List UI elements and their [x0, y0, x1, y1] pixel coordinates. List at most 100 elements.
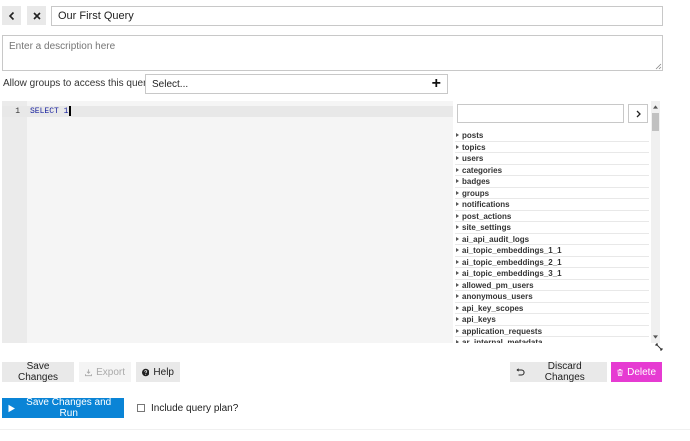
export-label: Export [96, 366, 125, 378]
text-cursor [69, 106, 72, 116]
schema-table-item[interactable]: notifications [455, 199, 649, 211]
schema-table-item[interactable]: post_actions [455, 211, 649, 222]
help-button[interactable]: Help [136, 362, 180, 382]
groups-label: Allow groups to access this query [3, 78, 152, 89]
schema-table-name: posts [462, 131, 484, 140]
schema-table-name: ai_topic_embeddings_3_1 [462, 269, 562, 278]
caret-right-icon [456, 133, 459, 137]
editor-gutter [2, 101, 27, 343]
sql-editor[interactable]: 1 SELECT 1 [2, 101, 453, 343]
editor-resize-icon[interactable] [655, 343, 663, 351]
caret-right-icon [456, 282, 459, 287]
caret-right-icon [456, 317, 459, 321]
caret-right-icon [456, 202, 459, 206]
schema-table-item[interactable]: posts [455, 130, 649, 142]
caret-right-icon [456, 179, 459, 183]
schema-table-item[interactable]: ai_api_audit_logs [455, 234, 649, 245]
caret-right-icon [456, 144, 459, 149]
schema-table-item[interactable]: groups [455, 188, 649, 199]
schema-table-item[interactable]: ar_internal_metadata [455, 337, 649, 343]
schema-table-name: categories [462, 165, 503, 175]
schema-table-name: notifications [462, 200, 510, 209]
schema-table-name: anonymous_users [462, 292, 533, 301]
save-and-run-button[interactable]: Save Changes and Run [2, 397, 124, 419]
schema-table-item[interactable]: application_requests [455, 326, 649, 337]
plus-icon[interactable]: + [432, 76, 441, 92]
schema-table-item[interactable]: anonymous_users [455, 291, 649, 303]
schema-table-item[interactable]: site_settings [455, 222, 649, 234]
code-line[interactable]: SELECT 1 [30, 106, 72, 117]
schema-search-input[interactable] [457, 104, 624, 123]
trash-icon [617, 368, 623, 376]
delete-button[interactable]: Delete [611, 362, 662, 382]
scroll-up-icon[interactable] [651, 103, 660, 111]
schema-table-name: site_settings [462, 223, 511, 232]
schema-table-item[interactable]: ai_topic_embeddings_2_1 [455, 257, 649, 268]
caret-right-icon [456, 236, 459, 241]
code-text: SELECT 1 [30, 107, 69, 117]
schema-search-button[interactable] [628, 104, 648, 123]
caret-right-icon [456, 156, 459, 160]
schema-table-name: users [462, 154, 484, 163]
schema-table-name: post_actions [462, 211, 512, 221]
groups-select[interactable]: Select... + [145, 74, 448, 94]
caret-right-icon [456, 340, 459, 343]
save-and-run-label: Save Changes and Run [26, 397, 112, 419]
save-changes-button[interactable]: Save Changes [2, 361, 74, 383]
caret-right-icon [456, 328, 459, 333]
caret-right-icon [456, 294, 459, 298]
schema-table-name: ai_api_audit_logs [462, 234, 530, 244]
schema-table-item[interactable]: api_keys [455, 314, 649, 326]
undo-icon [516, 367, 525, 376]
description-textarea[interactable] [2, 35, 663, 71]
caret-right-icon [456, 190, 459, 195]
schema-scrollbar[interactable] [651, 101, 660, 343]
caret-right-icon [456, 248, 459, 252]
include-query-plan-checkbox[interactable] [137, 404, 145, 412]
groups-select-value: Select... [152, 78, 189, 90]
chevron-right-icon [636, 110, 641, 117]
caret-right-icon [456, 225, 459, 229]
discard-changes-button[interactable]: Discard Changes [510, 361, 607, 383]
schema-table-name: groups [462, 188, 490, 198]
textarea-resize-icon[interactable] [655, 63, 662, 70]
discard-changes-label: Discard Changes [544, 361, 585, 383]
question-circle-icon [142, 368, 150, 376]
back-button[interactable] [2, 6, 21, 25]
line-number: 1 [15, 107, 20, 116]
schema-table-item[interactable]: badges [455, 176, 649, 188]
close-icon [32, 11, 41, 20]
schema-table-list: posts topics users categories badges groups no… [455, 130, 649, 343]
help-label: Help [153, 366, 174, 378]
schema-table-item[interactable]: api_key_scopes [455, 303, 649, 314]
caret-right-icon [456, 305, 459, 310]
export-button[interactable]: Export [79, 362, 131, 382]
schema-table-name: badges [462, 177, 491, 186]
scroll-thumb[interactable] [652, 113, 659, 131]
schema-table-item[interactable]: ai_topic_embeddings_3_1 [455, 268, 649, 280]
caret-right-icon [456, 259, 459, 264]
close-button[interactable] [27, 6, 46, 25]
query-name-input[interactable] [51, 6, 663, 26]
delete-label: Delete [627, 366, 656, 378]
schema-table-name: ai_topic_embeddings_2_1 [462, 257, 562, 267]
schema-table-name: allowed_pm_users [462, 280, 534, 290]
schema-table-name: api_keys [462, 315, 496, 324]
schema-table-item[interactable]: users [455, 153, 649, 165]
schema-table-name: ai_topic_embeddings_1_1 [462, 246, 562, 255]
schema-table-item[interactable]: topics [455, 142, 649, 153]
caret-right-icon [456, 213, 459, 218]
include-query-plan-label[interactable]: Include query plan? [151, 403, 238, 414]
schema-table-item[interactable]: ai_topic_embeddings_1_1 [455, 245, 649, 257]
caret-right-icon [456, 167, 459, 172]
play-icon [8, 404, 15, 412]
scroll-down-icon[interactable] [651, 333, 660, 341]
caret-right-icon [456, 271, 459, 275]
schema-table-name: application_requests [462, 326, 543, 336]
download-icon [85, 368, 93, 376]
schema-table-item[interactable]: categories [455, 165, 649, 176]
schema-table-name: api_key_scopes [462, 303, 524, 313]
schema-panel: posts topics users categories badges groups no… [453, 101, 660, 343]
schema-table-item[interactable]: allowed_pm_users [455, 280, 649, 291]
save-changes-label: Save Changes [17, 361, 59, 383]
